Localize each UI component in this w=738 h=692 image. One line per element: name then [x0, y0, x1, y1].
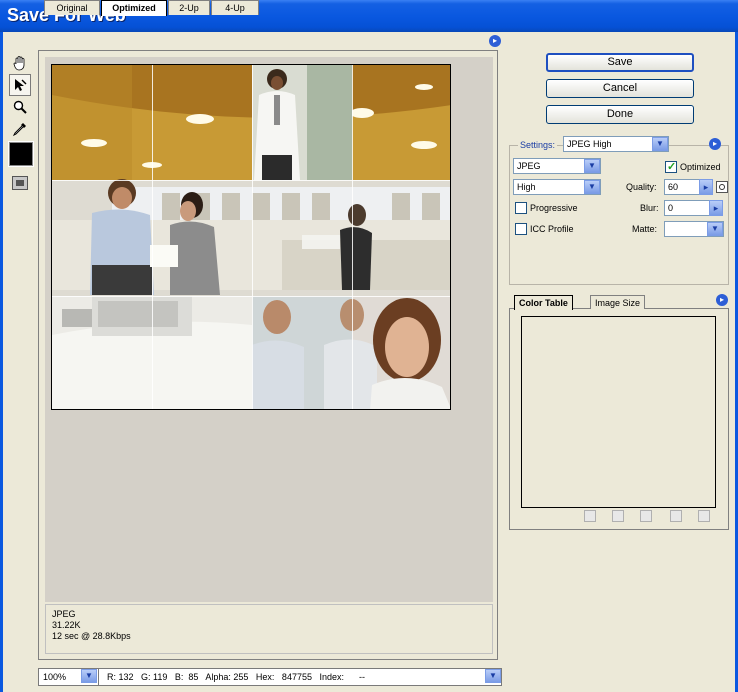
eyedropper-color-swatch[interactable] [8, 141, 34, 167]
slice-line [52, 180, 450, 181]
chevron-down-icon[interactable]: ▼ [584, 159, 600, 173]
info-download-time: 12 sec @ 28.8Kbps [52, 631, 131, 641]
hand-icon[interactable] [9, 52, 31, 74]
trash-icon[interactable] [698, 510, 710, 522]
optimized-label: Optimized [680, 162, 721, 172]
icc-profile-label: ICC Profile [530, 224, 574, 234]
tab-optimized[interactable]: Optimized [101, 0, 167, 16]
tab-color-table[interactable]: Color Table [514, 295, 573, 310]
lock-icon[interactable] [640, 510, 652, 522]
slice-select-icon[interactable] [9, 74, 31, 96]
chevron-down-icon[interactable]: ▼ [81, 669, 97, 683]
quality-mask-icon[interactable] [716, 181, 728, 193]
quality-label: Quality: [626, 182, 657, 192]
info-file-size: 31.22K [52, 620, 81, 630]
icc-profile-checkbox[interactable] [515, 223, 527, 235]
progressive-checkbox[interactable] [515, 202, 527, 214]
quality-slider-arrow-icon[interactable]: ▸ [699, 179, 713, 195]
slice-line [52, 296, 450, 297]
status-menu-chevron-icon[interactable]: ▼ [485, 669, 501, 683]
settings-label: Settings: [518, 140, 558, 150]
slice-line [252, 65, 253, 409]
progressive-label: Progressive [530, 203, 578, 213]
color-table-swatches [521, 316, 716, 508]
web-shift-icon[interactable] [612, 510, 624, 522]
canvas-area [45, 57, 493, 602]
optimization-info: JPEG 31.22K 12 sec @ 28.8Kbps [45, 604, 493, 654]
preview-in-browser-icon[interactable] [12, 176, 28, 190]
color-table-menu-icon[interactable]: ▸ [716, 294, 728, 306]
eyedropper-icon[interactable] [9, 118, 31, 140]
save-button[interactable]: Save [546, 53, 694, 72]
tab-image-size[interactable]: Image Size [590, 295, 646, 309]
quality-level-select[interactable]: High ▼ [513, 179, 601, 195]
color-readout: R: 132 G: 119 B: 85 Alpha: 255 Hex: 8477… [107, 672, 365, 682]
zoom-select[interactable]: 100% ▼ [39, 669, 99, 685]
done-button[interactable]: Done [546, 105, 694, 124]
blur-label: Blur: [640, 203, 659, 213]
tab-2-up[interactable]: 2-Up [168, 0, 210, 15]
zoom-icon[interactable] [9, 96, 31, 118]
new-color-icon[interactable] [670, 510, 682, 522]
chevron-down-icon[interactable]: ▼ [584, 180, 600, 194]
info-format: JPEG [52, 609, 76, 619]
preview-pane: JPEG 31.22K 12 sec @ 28.8Kbps [38, 50, 498, 660]
preview-menu-icon[interactable]: ▸ [489, 35, 501, 47]
matte-select[interactable]: ▼ [664, 221, 724, 237]
quality-field[interactable]: 60 [664, 179, 700, 195]
optimized-checkbox[interactable] [665, 160, 677, 173]
settings-preset-select[interactable]: JPEG High ▼ [563, 136, 669, 152]
zoom-value: 100% [43, 672, 67, 682]
slice-line [152, 65, 153, 409]
settings-menu-icon[interactable]: ▸ [709, 138, 721, 150]
status-bar: 100% ▼ R: 132 G: 119 B: 85 Alpha: 255 He… [38, 668, 502, 686]
optimized-image-preview[interactable] [51, 64, 451, 410]
tab-4-up[interactable]: 4-Up [211, 0, 259, 15]
format-select[interactable]: JPEG ▼ [513, 158, 601, 174]
tab-original[interactable]: Original [44, 0, 100, 15]
map-transparency-icon[interactable] [584, 510, 596, 522]
cancel-button[interactable]: Cancel [546, 79, 694, 98]
matte-label: Matte: [632, 224, 658, 234]
slice-line [352, 65, 353, 409]
blur-slider-arrow-icon[interactable]: ▸ [709, 200, 723, 216]
chevron-down-icon[interactable]: ▼ [707, 222, 723, 236]
blur-field[interactable]: 0 [664, 200, 710, 216]
chevron-down-icon[interactable]: ▼ [652, 137, 668, 151]
